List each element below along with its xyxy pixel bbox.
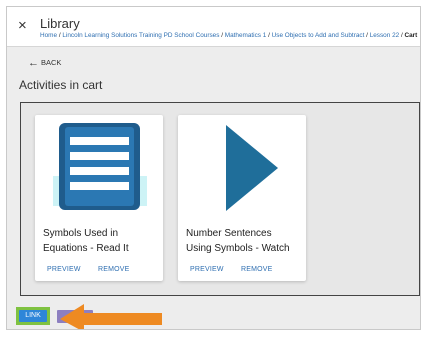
link-button[interactable]: LINK bbox=[19, 310, 47, 322]
breadcrumb-mathematics[interactable]: Mathematics 1 bbox=[225, 32, 267, 39]
breadcrumb-unit[interactable]: Use Objects to Add and Subtract bbox=[272, 32, 365, 39]
breadcrumb: Home / Lincoln Learning Solutions Traini… bbox=[40, 32, 417, 39]
link-button-highlight: LINK bbox=[16, 307, 50, 325]
activity-title-line: Using Symbols - Watch bbox=[186, 243, 290, 254]
activity-title-line: Symbols Used in bbox=[43, 228, 119, 239]
library-header: × Library Home / Lincoln Learning Soluti… bbox=[7, 7, 420, 47]
back-label: BACK bbox=[41, 58, 62, 67]
breadcrumb-current: Cart bbox=[404, 32, 418, 39]
activity-title: Number Sentences Using Symbols - Watch bbox=[186, 226, 304, 256]
remove-button[interactable]: REMOVE bbox=[98, 266, 130, 273]
arrow-left-icon: ← bbox=[28, 57, 39, 69]
breadcrumb-home[interactable]: Home bbox=[40, 32, 57, 39]
preview-button[interactable]: PREVIEW bbox=[190, 266, 224, 273]
remove-button[interactable]: REMOVE bbox=[241, 266, 273, 273]
breadcrumb-school-courses[interactable]: Lincoln Learning Solutions Training PD S… bbox=[62, 32, 219, 39]
activity-title-line: Number Sentences bbox=[186, 228, 272, 239]
back-button[interactable]: ← BACK bbox=[28, 57, 61, 69]
close-icon[interactable]: × bbox=[18, 18, 27, 34]
cart-area: Symbols Used in Equations - Read It PREV… bbox=[20, 102, 420, 296]
cart-heading: Activities in cart bbox=[19, 78, 103, 92]
annotation-arrow-icon bbox=[60, 304, 162, 329]
activity-title: Symbols Used in Equations - Read It bbox=[43, 226, 161, 256]
library-window: × Library Home / Lincoln Learning Soluti… bbox=[6, 6, 421, 330]
page-title: Library bbox=[40, 16, 80, 31]
activity-card[interactable]: Symbols Used in Equations - Read It PREV… bbox=[35, 115, 163, 281]
preview-button[interactable]: PREVIEW bbox=[47, 266, 81, 273]
breadcrumb-lesson[interactable]: Lesson 22 bbox=[370, 32, 400, 39]
play-triangle-icon bbox=[226, 125, 278, 211]
activity-title-line: Equations - Read It bbox=[43, 243, 129, 254]
document-lines-icon bbox=[53, 123, 147, 210]
activity-card[interactable]: Number Sentences Using Symbols - Watch P… bbox=[178, 115, 306, 281]
